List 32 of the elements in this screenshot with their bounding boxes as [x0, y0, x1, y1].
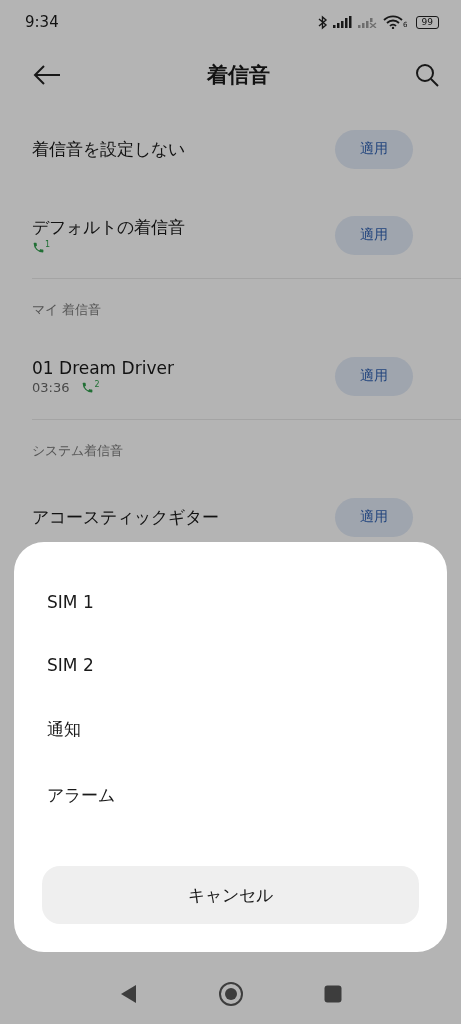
sheet-option[interactable]: SIM 1: [47, 592, 94, 612]
sheet-option[interactable]: SIM 2: [47, 655, 94, 675]
sim-number: 2: [94, 380, 100, 389]
page-title: 着信音: [206, 62, 270, 89]
apply-button[interactable]: 適用: [335, 497, 413, 537]
wifi-icon: [383, 15, 404, 29]
apply-button[interactable]: 適用: [335, 215, 413, 255]
ringtone-duration: 03:36: [32, 379, 70, 395]
signal-icon: [333, 16, 354, 28]
section-heading: マイ 着信音: [32, 301, 103, 319]
sim-number: 1: [45, 241, 51, 249]
battery-indicator: 99: [415, 15, 439, 29]
apply-button[interactable]: 適用: [335, 356, 413, 396]
cancel-button[interactable]: キャンセル: [42, 866, 419, 924]
recents-icon[interactable]: [323, 985, 342, 1003]
search-icon[interactable]: [415, 63, 439, 87]
back-nav-icon[interactable]: [119, 984, 138, 1004]
apply-button[interactable]: 適用: [335, 129, 413, 169]
ringtone-title[interactable]: デフォルトの着信音: [32, 216, 185, 239]
no-signal-icon: [358, 16, 379, 28]
home-icon[interactable]: [217, 981, 244, 1007]
back-icon[interactable]: [33, 65, 61, 85]
sheet-option[interactable]: 通知: [47, 718, 81, 741]
section-heading: システム着信音: [32, 442, 124, 460]
phone-icon: [81, 380, 95, 394]
bluetooth-icon: [318, 14, 329, 30]
ringtone-title[interactable]: 着信音を設定しない: [32, 137, 185, 161]
ringtone-title[interactable]: アコースティックギター: [32, 505, 219, 529]
sheet-option[interactable]: アラーム: [47, 784, 115, 807]
ringtone-title[interactable]: 01 Dream Driver: [32, 357, 174, 378]
status-time: 9:34: [25, 13, 59, 31]
phone-icon: [32, 241, 45, 254]
